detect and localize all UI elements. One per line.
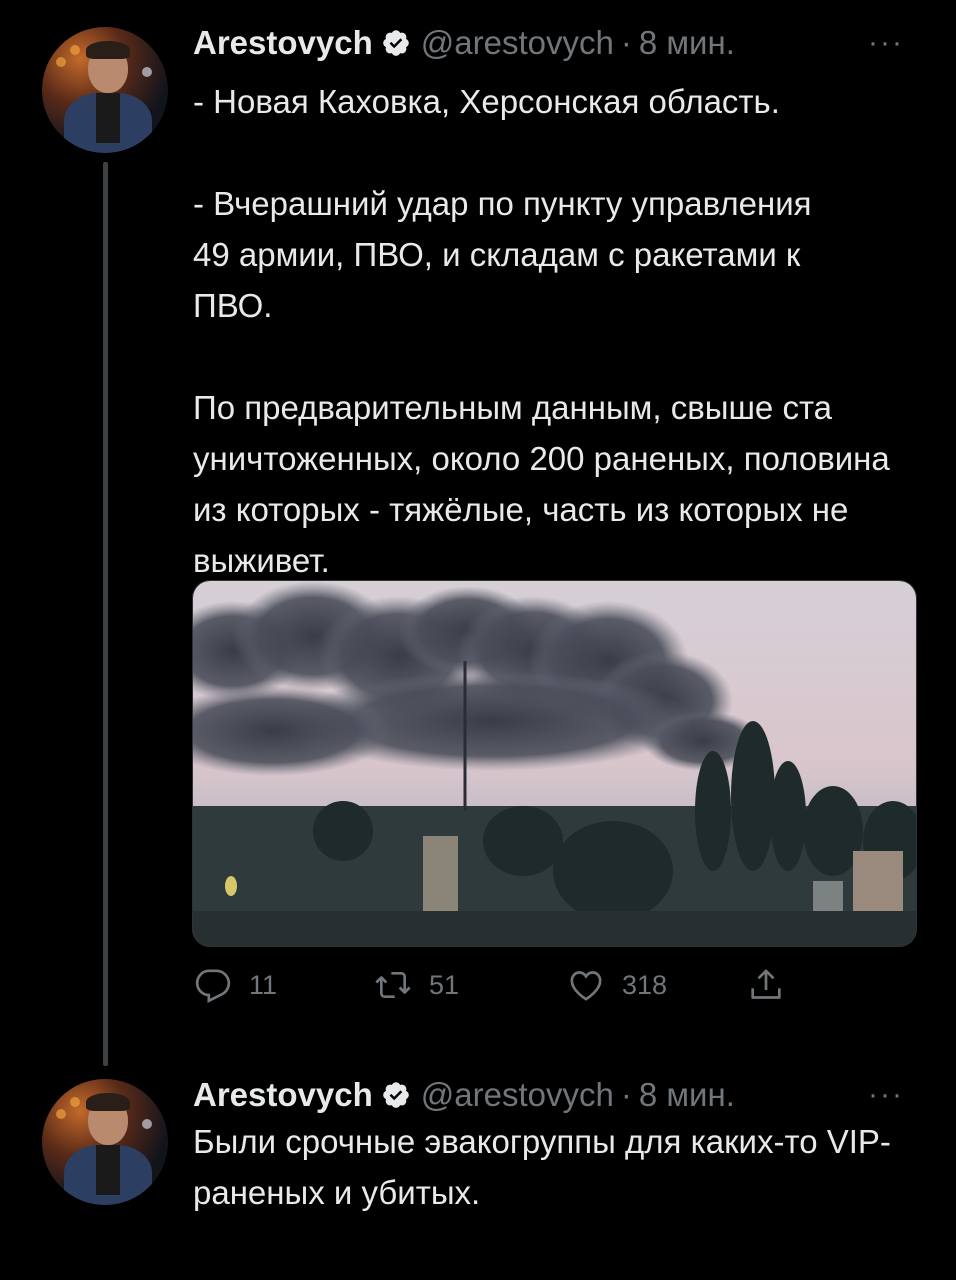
tweet-paragraph: - Вчерашний удар по пункту управления 49…: [193, 185, 812, 324]
tweet-media-image[interactable]: [192, 580, 917, 947]
tweet-paragraph: Были срочные эвакогруппы для каких-то VI…: [193, 1123, 891, 1211]
smoke-photo: [193, 581, 916, 946]
tweet-header: Arestovych @arestovych · 8 мин.: [193, 24, 735, 62]
tweet-actions: 11 51 318: [193, 965, 813, 1015]
verified-icon: [382, 1082, 409, 1108]
author-name[interactable]: Arestovych: [193, 24, 373, 62]
retweet-icon: [375, 972, 411, 998]
tweet-text: - Новая Каховка, Херсонская область. - В…: [193, 76, 933, 586]
tweet-text: Были срочные эвакогруппы для каких-то VI…: [193, 1116, 913, 1218]
reply-icon: [195, 969, 231, 1003]
share-icon: [751, 969, 781, 999]
retweet-count: 51: [429, 969, 460, 1000]
separator: ·: [620, 24, 632, 61]
author-name[interactable]: Arestovych: [193, 1076, 373, 1114]
verified-icon: [382, 30, 409, 56]
tweet-paragraph: По предварительным данным, свыше ста уни…: [193, 389, 890, 579]
like-button[interactable]: 318: [566, 965, 667, 1005]
tweet-paragraph: - Новая Каховка, Херсонская область.: [193, 83, 780, 120]
author-handle[interactable]: @arestovych: [421, 1076, 614, 1114]
timestamp[interactable]: 8 мин.: [639, 1076, 735, 1114]
more-icon[interactable]: ···: [868, 1078, 904, 1112]
reply-button[interactable]: 11: [193, 965, 277, 1005]
retweet-button[interactable]: 51: [373, 965, 459, 1005]
timestamp[interactable]: 8 мин.: [639, 24, 735, 62]
separator: ·: [620, 1076, 632, 1113]
reply-count: 11: [249, 969, 278, 1000]
like-icon: [570, 971, 602, 1001]
more-icon[interactable]: ···: [868, 26, 904, 60]
share-button[interactable]: [746, 965, 786, 1005]
tweet-header: Arestovych @arestovych · 8 мин.: [193, 1076, 735, 1114]
author-avatar[interactable]: [42, 27, 168, 153]
thread-connector-line: [103, 162, 108, 1066]
author-avatar[interactable]: [42, 1079, 168, 1205]
like-count: 318: [622, 969, 668, 1000]
author-handle[interactable]: @arestovych: [421, 24, 614, 62]
